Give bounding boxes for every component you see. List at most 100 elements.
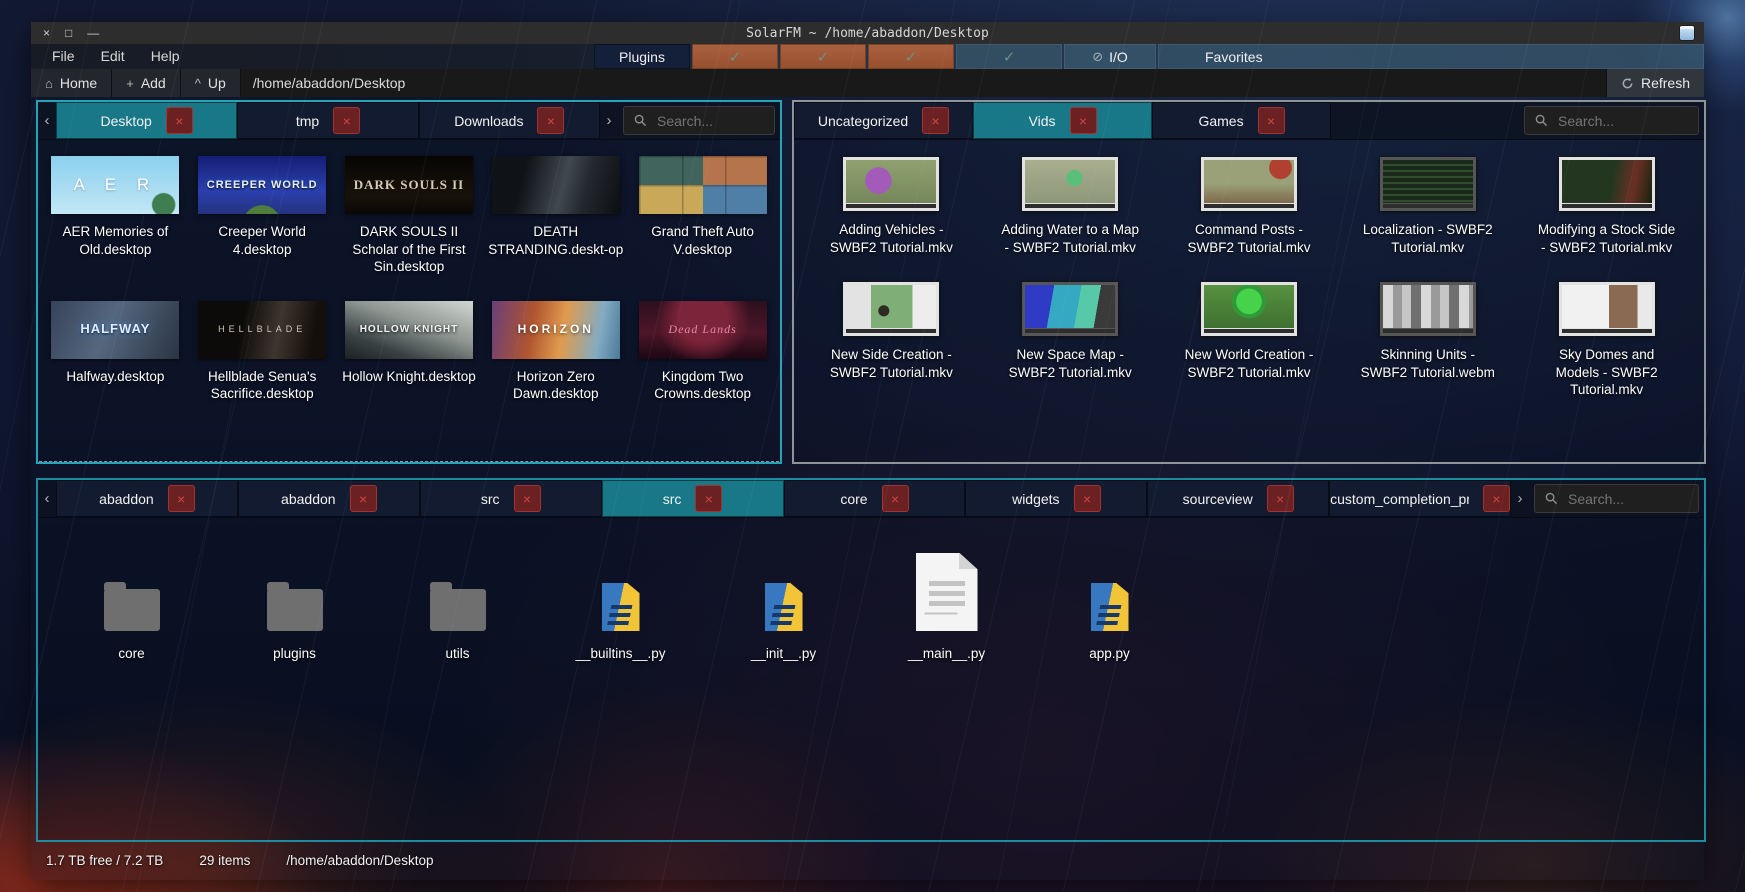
panes-area: ‹ Desktop×tmp×Downloads× › A E RAER Memo…	[31, 97, 1704, 880]
file-item[interactable]: Localization - SWBF2 Tutorial.mkv	[1338, 155, 1517, 256]
close-tab-icon[interactable]: ×	[922, 107, 949, 134]
file-item[interactable]: Adding Water to a Map - SWBF2 Tutorial.m…	[981, 155, 1160, 256]
file-iconbox	[843, 155, 939, 213]
plugin-toggle-button-3[interactable]: ✓	[868, 44, 954, 69]
search-input[interactable]	[1566, 490, 1688, 508]
close-tab-icon[interactable]: ×	[882, 485, 909, 512]
close-tab-icon[interactable]: ×	[168, 485, 195, 512]
tab-src[interactable]: src×	[602, 480, 784, 517]
add-button[interactable]: + Add	[112, 69, 181, 97]
file-thumbnail	[492, 156, 620, 214]
file-label: New World Creation - SWBF2 Tutorial.mkv	[1179, 346, 1319, 381]
home-button[interactable]: ⌂ Home	[31, 69, 112, 97]
close-tab-icon[interactable]: ×	[166, 107, 193, 134]
file-item[interactable]: New Space Map - SWBF2 Tutorial.mkv	[981, 280, 1160, 399]
file-item[interactable]: DARK SOULS IIDARK SOULS II Scholar of th…	[336, 155, 483, 276]
tab-Uncategorized[interactable]: Uncategorized×	[794, 102, 973, 139]
search-icon	[1535, 114, 1548, 127]
file-item[interactable]: Adding Vehicles - SWBF2 Tutorial.mkv	[802, 155, 981, 256]
tab-Desktop[interactable]: Desktop×	[56, 102, 237, 139]
close-tab-icon[interactable]: ×	[1483, 485, 1510, 512]
io-button[interactable]: ⊘ I/O	[1064, 44, 1156, 69]
scroll-tabs-left-icon[interactable]: ‹	[38, 102, 56, 139]
file-iconbox	[1380, 155, 1476, 213]
python-file-icon	[602, 583, 640, 631]
close-tab-icon[interactable]: ×	[695, 485, 722, 512]
file-thumbnail: Dead Lands	[639, 301, 767, 359]
plugins-button[interactable]: Plugins	[594, 44, 690, 69]
archive-icon[interactable]	[1680, 26, 1694, 40]
tab-custom_completion_providers[interactable]: custom_completion_providers×	[1329, 480, 1511, 517]
file-label: Grand Theft Auto V.desktop	[633, 223, 773, 258]
file-item[interactable]: New World Creation - SWBF2 Tutorial.mkv	[1160, 280, 1339, 399]
plugin-toggle-button-1[interactable]: ✓	[692, 44, 778, 69]
file-item[interactable]: Sky Domes and Models - SWBF2 Tutorial.mk…	[1517, 280, 1696, 399]
close-tab-icon[interactable]: ×	[537, 107, 564, 134]
menu-help[interactable]: Help	[140, 44, 191, 69]
up-label: Up	[208, 75, 226, 91]
file-item[interactable]: __main__.py	[865, 543, 1028, 663]
file-item[interactable]: HELLBLADEHellblade Senua's Sacrifice.des…	[189, 300, 336, 403]
file-item[interactable]: __init__.py	[702, 543, 865, 663]
file-item[interactable]: Dead LandsKingdom Two Crowns.desktop	[629, 300, 776, 403]
file-item[interactable]: New Side Creation - SWBF2 Tutorial.mkv	[802, 280, 981, 399]
file-item[interactable]: plugins	[213, 543, 376, 663]
file-item[interactable]: Grand Theft Auto V.desktop	[629, 155, 776, 276]
tab-label: abaddon	[99, 491, 154, 507]
close-tab-icon[interactable]: ×	[514, 485, 541, 512]
file-item[interactable]: A E RAER Memories of Old.desktop	[42, 155, 189, 276]
check-icon: ✓	[905, 48, 918, 66]
tab-tmp[interactable]: tmp×	[237, 102, 418, 139]
tab-src[interactable]: src×	[420, 480, 602, 517]
file-label: Modifying a Stock Side - SWBF2 Tutorial.…	[1537, 221, 1677, 256]
close-tab-icon[interactable]: ×	[1258, 107, 1285, 134]
tab-sourceview[interactable]: sourceview×	[1147, 480, 1329, 517]
file-item[interactable]: app.py	[1028, 543, 1191, 663]
plugin-toggle-button-4[interactable]: ✓	[956, 44, 1062, 69]
file-grid: corepluginsutils__builtins__.py__init__.…	[38, 517, 1704, 840]
scroll-tabs-left-icon[interactable]: ‹	[38, 480, 56, 517]
scroll-tabs-right-icon[interactable]: ›	[1511, 480, 1529, 517]
file-item[interactable]: HALFWAYHalfway.desktop	[42, 300, 189, 403]
refresh-label: Refresh	[1641, 75, 1690, 91]
search-input[interactable]	[1556, 112, 1688, 130]
tab-Vids[interactable]: Vids×	[973, 102, 1152, 139]
menu-edit[interactable]: Edit	[90, 44, 136, 69]
file-item[interactable]: Modifying a Stock Side - SWBF2 Tutorial.…	[1517, 155, 1696, 256]
file-item[interactable]: HOLLOW KNIGHTHollow Knight.desktop	[336, 300, 483, 403]
file-label: Command Posts - SWBF2 Tutorial.mkv	[1179, 221, 1319, 256]
path-input[interactable]	[241, 69, 1606, 97]
file-label: DARK SOULS II Scholar of the First Sin.d…	[339, 223, 479, 276]
file-item[interactable]: HORIZONHorizon Zero Dawn.desktop	[482, 300, 629, 403]
close-tab-icon[interactable]: ×	[1070, 107, 1097, 134]
menu-file[interactable]: File	[41, 44, 86, 69]
file-iconbox	[765, 543, 803, 631]
refresh-button[interactable]: Refresh	[1606, 69, 1704, 97]
close-tab-icon[interactable]: ×	[1074, 485, 1101, 512]
scroll-tabs-right-icon[interactable]: ›	[600, 102, 618, 139]
file-item[interactable]: core	[50, 543, 213, 663]
file-item[interactable]: __builtins__.py	[539, 543, 702, 663]
close-tab-icon[interactable]: ×	[350, 485, 377, 512]
favorites-button[interactable]: Favorites	[1158, 44, 1704, 69]
up-button[interactable]: ^ Up	[181, 69, 241, 97]
file-label: Adding Vehicles - SWBF2 Tutorial.mkv	[821, 221, 961, 256]
search-input[interactable]	[655, 112, 764, 130]
tab-abaddon[interactable]: abaddon ×	[56, 480, 238, 517]
close-tab-icon[interactable]: ×	[333, 107, 360, 134]
tab-core[interactable]: core×	[784, 480, 966, 517]
tab-label: abaddon	[281, 491, 336, 507]
file-item[interactable]: CREEPER WORLDCreeper World 4.desktop	[189, 155, 336, 276]
file-item[interactable]: Command Posts - SWBF2 Tutorial.mkv	[1160, 155, 1339, 256]
file-item[interactable]: DEATH STRANDING.deskt-op	[482, 155, 629, 276]
tab-abaddon[interactable]: abaddon ×	[238, 480, 420, 517]
file-item[interactable]: utils	[376, 543, 539, 663]
file-item[interactable]: Skinning Units - SWBF2 Tutorial.webm	[1338, 280, 1517, 399]
python-file-icon	[765, 583, 803, 631]
tab-Games[interactable]: Games×	[1152, 102, 1331, 139]
plugin-toggle-button-2[interactable]: ✓	[780, 44, 866, 69]
tab-widgets[interactable]: widgets×	[965, 480, 1147, 517]
refresh-icon	[1621, 77, 1634, 90]
tab-Downloads[interactable]: Downloads×	[419, 102, 600, 139]
close-tab-icon[interactable]: ×	[1267, 485, 1294, 512]
